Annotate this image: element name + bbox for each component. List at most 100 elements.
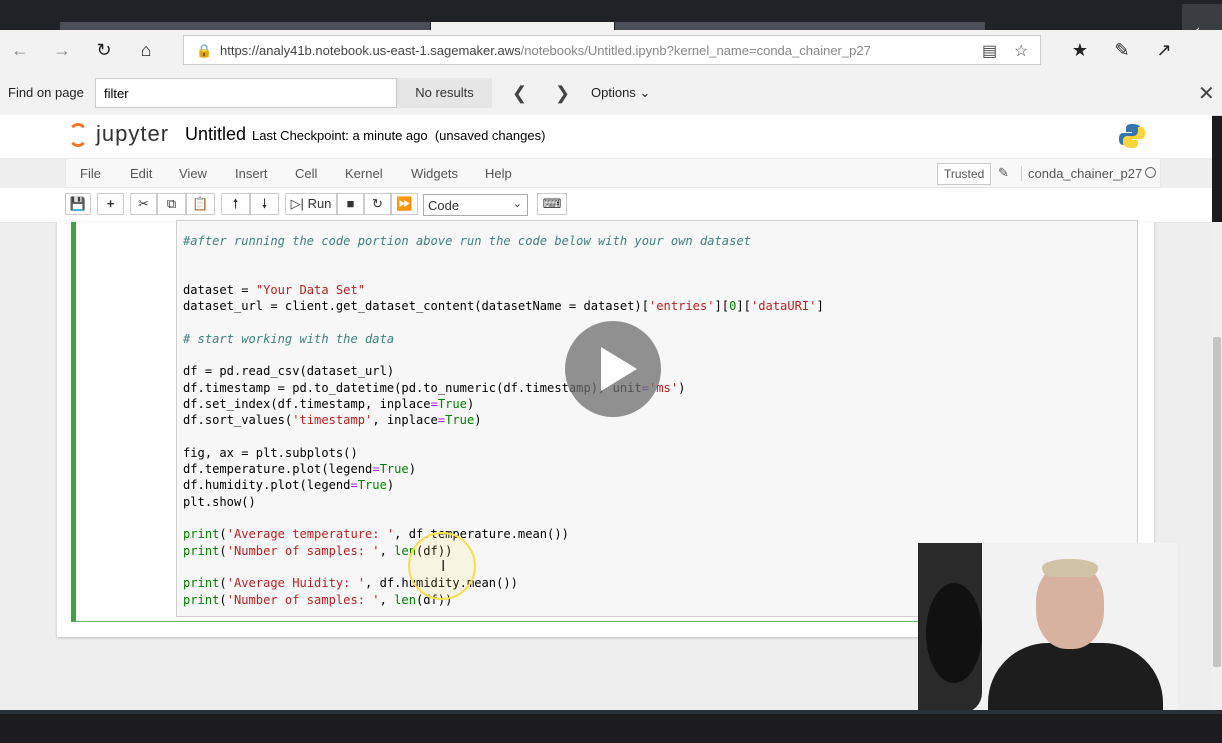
home-button[interactable]: ⌂ — [134, 38, 158, 62]
paste-button[interactable]: 📋 — [186, 193, 215, 215]
menu-view[interactable]: View — [179, 166, 207, 181]
arrow-up-icon: 🠕 — [232, 196, 239, 211]
move-down-button[interactable]: 🠗 — [250, 193, 279, 215]
presenter-hair — [1042, 559, 1098, 577]
copy-icon: ⧉ — [166, 196, 177, 211]
address-bar[interactable]: 🔒 https://analy41b.notebook.us-east-1.sa… — [183, 35, 1041, 65]
menu-cell[interactable]: Cell — [295, 166, 317, 181]
url-host: https://analy41b.notebook.us-east-1.sage… — [220, 43, 521, 58]
jupyter-logo[interactable]: jupyter — [68, 121, 169, 147]
code-line: df.sort_values('timestamp', inplace=True… — [183, 413, 482, 428]
jupyter-header: jupyter Untitled Last Checkpoint: a minu… — [0, 115, 1212, 158]
browser-tab-strip — [0, 0, 1222, 30]
cut-button[interactable]: ✂ — [130, 193, 157, 215]
interrupt-button[interactable]: ■ — [337, 193, 364, 215]
move-up-button[interactable]: 🠕 — [221, 193, 250, 215]
keyboard-icon: ⌨ — [542, 196, 562, 211]
favorite-star-icon[interactable]: ☆ — [1014, 41, 1028, 61]
scissors-icon: ✂ — [138, 196, 149, 211]
save-icon: 💾 — [69, 196, 87, 211]
forward-button[interactable]: → — [50, 38, 74, 62]
find-options-label: Options — [591, 85, 636, 100]
code-line: plt.show() — [183, 494, 256, 509]
lock-icon: 🔒 — [196, 43, 213, 58]
notebook-title[interactable]: Untitled — [185, 124, 246, 145]
find-options-button[interactable]: Options ⌄ — [591, 85, 650, 101]
jupyter-logo-icon — [68, 123, 88, 147]
code-text[interactable]: #after running the code portion above ru… — [183, 233, 824, 608]
code-line: df = pd.read_csv(dataset_url) — [183, 364, 395, 379]
chevron-down-icon: ⌄ — [512, 198, 522, 210]
find-label: Find on page — [8, 85, 84, 100]
code-line: df.temperature.plot(legend=True) — [183, 462, 416, 477]
python-logo-icon — [1119, 124, 1145, 148]
presenter-body — [988, 643, 1163, 715]
find-input[interactable] — [95, 78, 397, 108]
favorites-hub-icon[interactable]: ★ — [1068, 38, 1092, 62]
code-line: fig, ax = plt.subplots() — [183, 445, 358, 460]
arrow-down-icon: 🠗 — [261, 196, 268, 211]
cell-type-select[interactable]: Code ⌄ — [423, 194, 528, 216]
page-scrollbar[interactable] — [1212, 222, 1222, 710]
menu-kernel[interactable]: Kernel — [345, 166, 383, 181]
url-text: https://analy41b.notebook.us-east-1.sage… — [220, 43, 871, 58]
save-button[interactable]: 💾 — [65, 193, 91, 215]
kernel-name: conda_chainer_p27 — [1021, 166, 1142, 181]
jupyter-toolbar: 💾 + ✂ ⧉ 📋 🠕 🠗 ▷| Run ■ ↻ ⏩ Code ⌄ ⌨ — [0, 188, 1212, 223]
refresh-button[interactable]: ↻ — [92, 38, 116, 62]
menu-edit[interactable]: Edit — [130, 166, 152, 181]
menu-widgets[interactable]: Widgets — [411, 166, 458, 181]
kernel-status-icon — [1145, 167, 1156, 178]
plus-icon: + — [106, 196, 115, 211]
find-on-page-bar: Find on page No results ❮ ❯ Options ⌄ ✕ — [0, 70, 1222, 116]
jupyter-logo-text: jupyter — [96, 121, 170, 146]
paste-icon: 📋 — [192, 196, 209, 211]
unsaved-changes-text: (unsaved changes) — [434, 128, 546, 143]
scrollbar-thumb[interactable] — [1213, 337, 1221, 667]
menu-insert[interactable]: Insert — [235, 166, 268, 181]
find-next-button[interactable]: ❯ — [555, 83, 570, 104]
restart-run-all-button[interactable]: ⏩ — [391, 193, 418, 215]
browser-navbar: ← → ↻ ⌂ 🔒 https://analy41b.notebook.us-e… — [0, 30, 1222, 71]
code-line: # start working with the data — [183, 331, 395, 346]
code-line: df.set_index(df.timestamp, inplace=True) — [183, 396, 475, 411]
browser-tab-active[interactable] — [431, 22, 614, 30]
webcam-overlay — [918, 543, 1178, 715]
browser-tab[interactable] — [60, 22, 430, 30]
menu-file[interactable]: File — [80, 166, 101, 181]
copy-button[interactable]: ⧉ — [157, 193, 186, 215]
taskbar — [0, 710, 1222, 743]
insert-cell-button[interactable]: + — [97, 193, 124, 215]
checkpoint-status: Last Checkpoint: a minute ago (unsaved c… — [252, 128, 545, 143]
video-play-button[interactable] — [565, 321, 661, 417]
run-icon: ▷| — [290, 196, 304, 211]
trusted-badge[interactable]: Trusted — [937, 163, 992, 185]
restart-icon: ↻ — [372, 196, 383, 211]
run-label: Run — [307, 196, 332, 211]
pencil-icon[interactable]: ✎ — [998, 165, 1009, 181]
command-palette-button[interactable]: ⌨ — [537, 193, 567, 215]
back-button[interactable]: ← — [8, 38, 32, 62]
stop-icon: ■ — [346, 196, 355, 211]
browser-tab[interactable] — [615, 22, 985, 30]
text-cursor-icon: I — [441, 558, 446, 575]
find-previous-button[interactable]: ❮ — [512, 83, 527, 104]
chevron-down-icon: ⌄ — [639, 85, 651, 100]
find-close-button[interactable]: ✕ — [1198, 81, 1215, 106]
find-results: No results — [397, 78, 492, 108]
run-button[interactable]: ▷| Run — [285, 193, 337, 215]
code-line: print('Average temperature: ', df.temper… — [183, 527, 569, 542]
code-line: dataset = "Your Data Set" — [183, 282, 366, 297]
code-line: dataset_url = client.get_dataset_content… — [183, 299, 824, 314]
url-path: /notebooks/Untitled.ipynb?kernel_name=co… — [520, 43, 871, 58]
code-line: df.humidity.plot(legend=True) — [183, 478, 395, 493]
share-icon[interactable]: ↗ — [1152, 38, 1176, 62]
menu-help[interactable]: Help — [485, 166, 512, 181]
code-line: #after running the code portion above ru… — [183, 234, 751, 248]
pen-notes-icon[interactable]: ✎ — [1110, 38, 1134, 62]
fast-forward-icon: ⏩ — [396, 196, 413, 211]
restart-button[interactable]: ↻ — [364, 193, 391, 215]
checkpoint-text: Last Checkpoint: a minute ago — [252, 128, 428, 143]
reading-view-icon[interactable]: ▤ — [982, 41, 997, 61]
jupyter-menubar: File Edit View Insert Cell Kernel Widget… — [65, 158, 1161, 188]
